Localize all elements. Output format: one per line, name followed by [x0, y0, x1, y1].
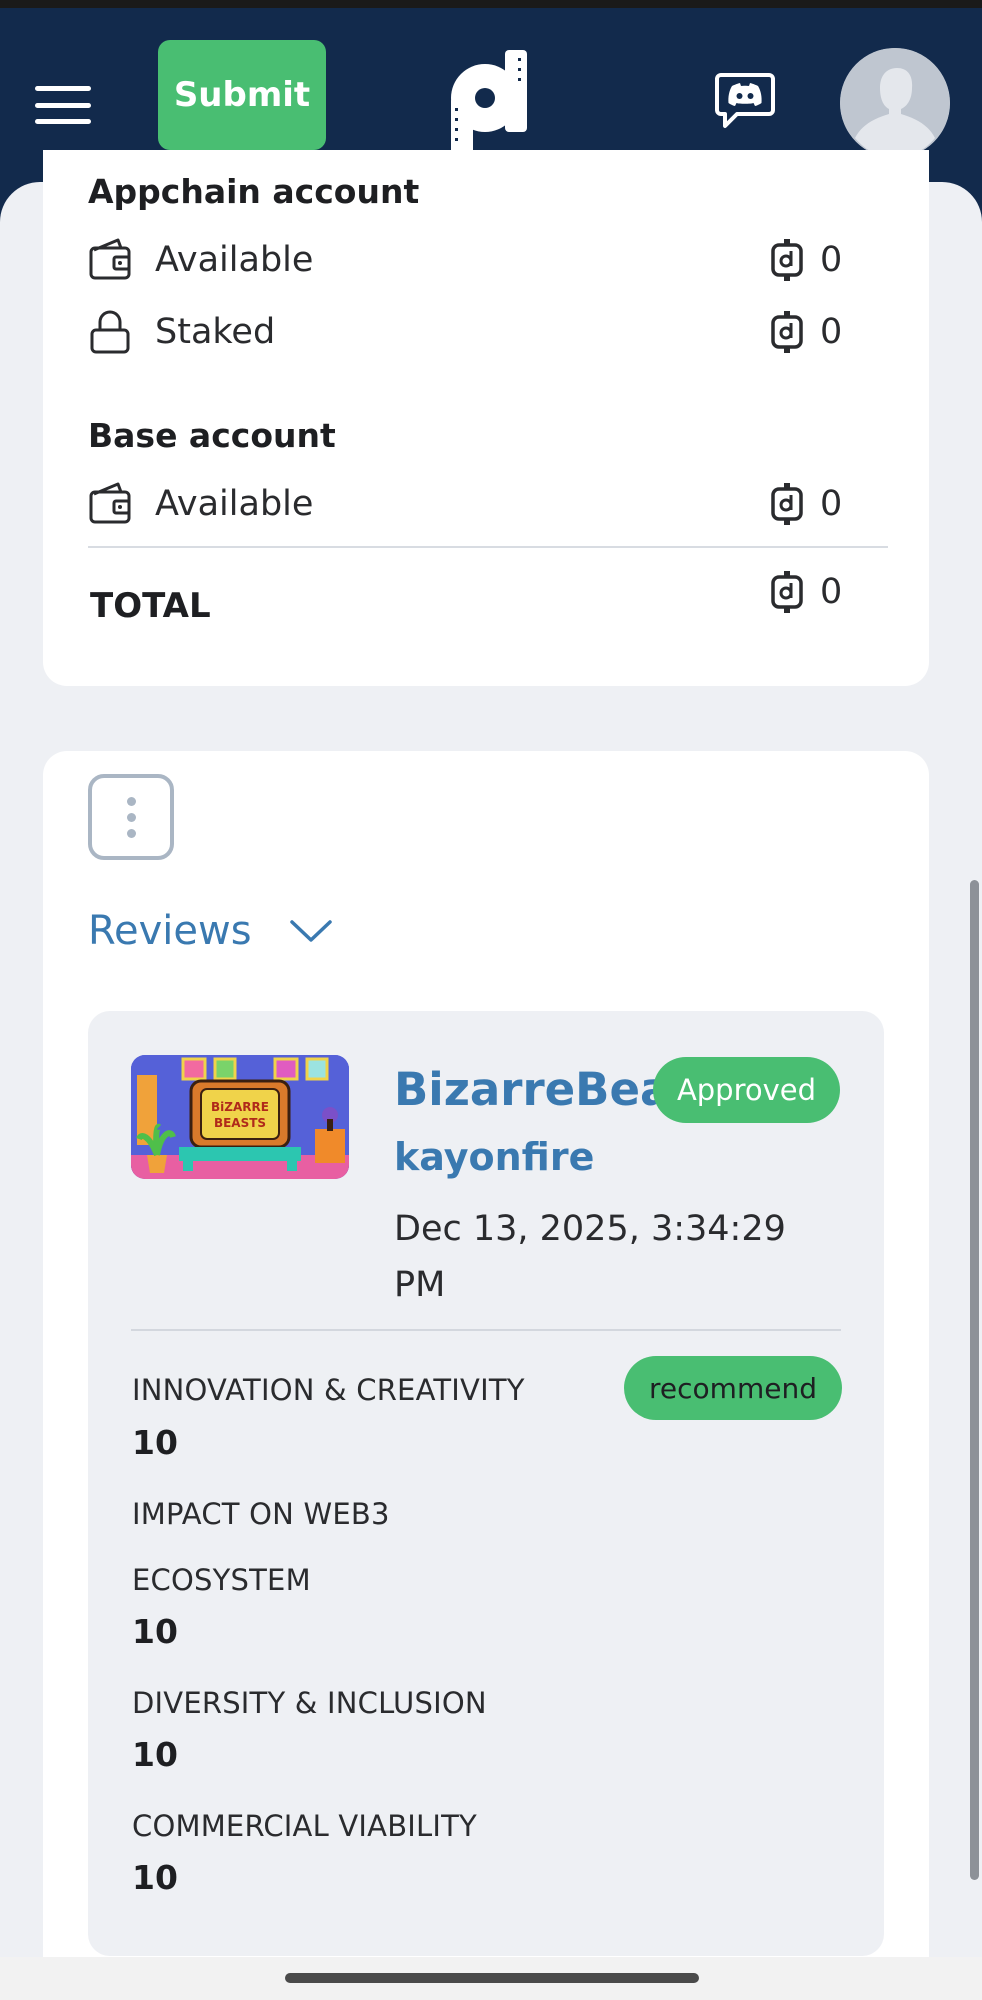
chevron-down-icon — [289, 920, 332, 942]
balance-card: Appchain account Available 0 Staked 0 Ba… — [43, 150, 929, 686]
sheet-corner — [942, 182, 982, 242]
total-divider — [88, 546, 888, 548]
criterion-label: COMMERCIAL VIABILITY — [132, 1809, 477, 1843]
total-row: 0 — [88, 564, 888, 620]
more-options-button[interactable] — [88, 774, 174, 860]
token-icon — [771, 311, 803, 353]
menu-icon[interactable] — [35, 86, 91, 124]
criterion-label: IMPACT ON WEB3 — [132, 1497, 390, 1531]
sheet-corner — [0, 182, 40, 242]
reviews-toggle[interactable]: Reviews — [88, 903, 332, 959]
svg-text:BEASTS: BEASTS — [214, 1116, 266, 1130]
project-thumbnail[interactable]: BiZARRE BEASTS — [131, 1055, 349, 1179]
status-badge: Approved — [653, 1057, 840, 1123]
staked-label: Staked — [155, 312, 276, 352]
reviewer-link[interactable]: kayonfire — [394, 1135, 594, 1179]
available-label: Available — [155, 240, 314, 280]
status-strip — [0, 0, 982, 8]
review-item: BiZARRE BEASTS BizarreBeasts Approved ka… — [88, 1011, 884, 1956]
staked-amount: 0 — [820, 312, 843, 352]
token-icon — [771, 571, 803, 613]
project-name-link[interactable]: BizarreBeasts — [394, 1063, 664, 1119]
avatar[interactable] — [840, 48, 950, 158]
criterion-label: INNOVATION & CREATIVITY — [132, 1373, 525, 1407]
wallet-icon — [89, 238, 131, 280]
wallet-icon — [89, 482, 131, 524]
thumbnail-logo-text: BiZARRE — [211, 1100, 269, 1114]
submit-button[interactable]: Submit — [158, 40, 326, 150]
token-icon — [771, 483, 803, 525]
criterion-score: 10 — [132, 1735, 178, 1774]
recommendation-badge: recommend — [624, 1356, 842, 1420]
base-available-row: Available 0 — [88, 476, 888, 532]
review-date: Dec 13, 2025, 3:34:29 PM — [394, 1209, 786, 1305]
reviews-label: Reviews — [88, 908, 252, 954]
scrollbar[interactable] — [970, 880, 979, 1880]
base-account-title: Base account — [88, 416, 336, 455]
user-avatar-icon — [840, 48, 950, 158]
criterion-label: DIVERSITY & INCLUSION — [132, 1686, 487, 1720]
appchain-account-title: Appchain account — [88, 172, 420, 211]
criterion-score: 10 — [132, 1612, 178, 1651]
criterion-score: 10 — [132, 1423, 178, 1462]
reviews-card: Reviews BiZARRE BEASTS BizarreBea Approv… — [43, 751, 929, 2000]
criterion-label: ECOSYSTEM — [132, 1563, 311, 1597]
available-label: Available — [155, 484, 314, 524]
available-amount: 0 — [820, 484, 843, 524]
discord-icon[interactable] — [715, 72, 775, 130]
lock-icon — [90, 310, 130, 354]
pd-logo-icon[interactable] — [447, 46, 531, 158]
appchain-available-row: Available 0 — [88, 232, 888, 288]
token-icon — [771, 239, 803, 281]
available-amount: 0 — [820, 240, 843, 280]
criterion-score: 10 — [132, 1858, 178, 1897]
review-divider — [131, 1329, 841, 1331]
appchain-staked-row: Staked 0 — [88, 304, 888, 360]
total-amount: 0 — [820, 572, 843, 612]
home-indicator[interactable] — [285, 1973, 699, 1983]
